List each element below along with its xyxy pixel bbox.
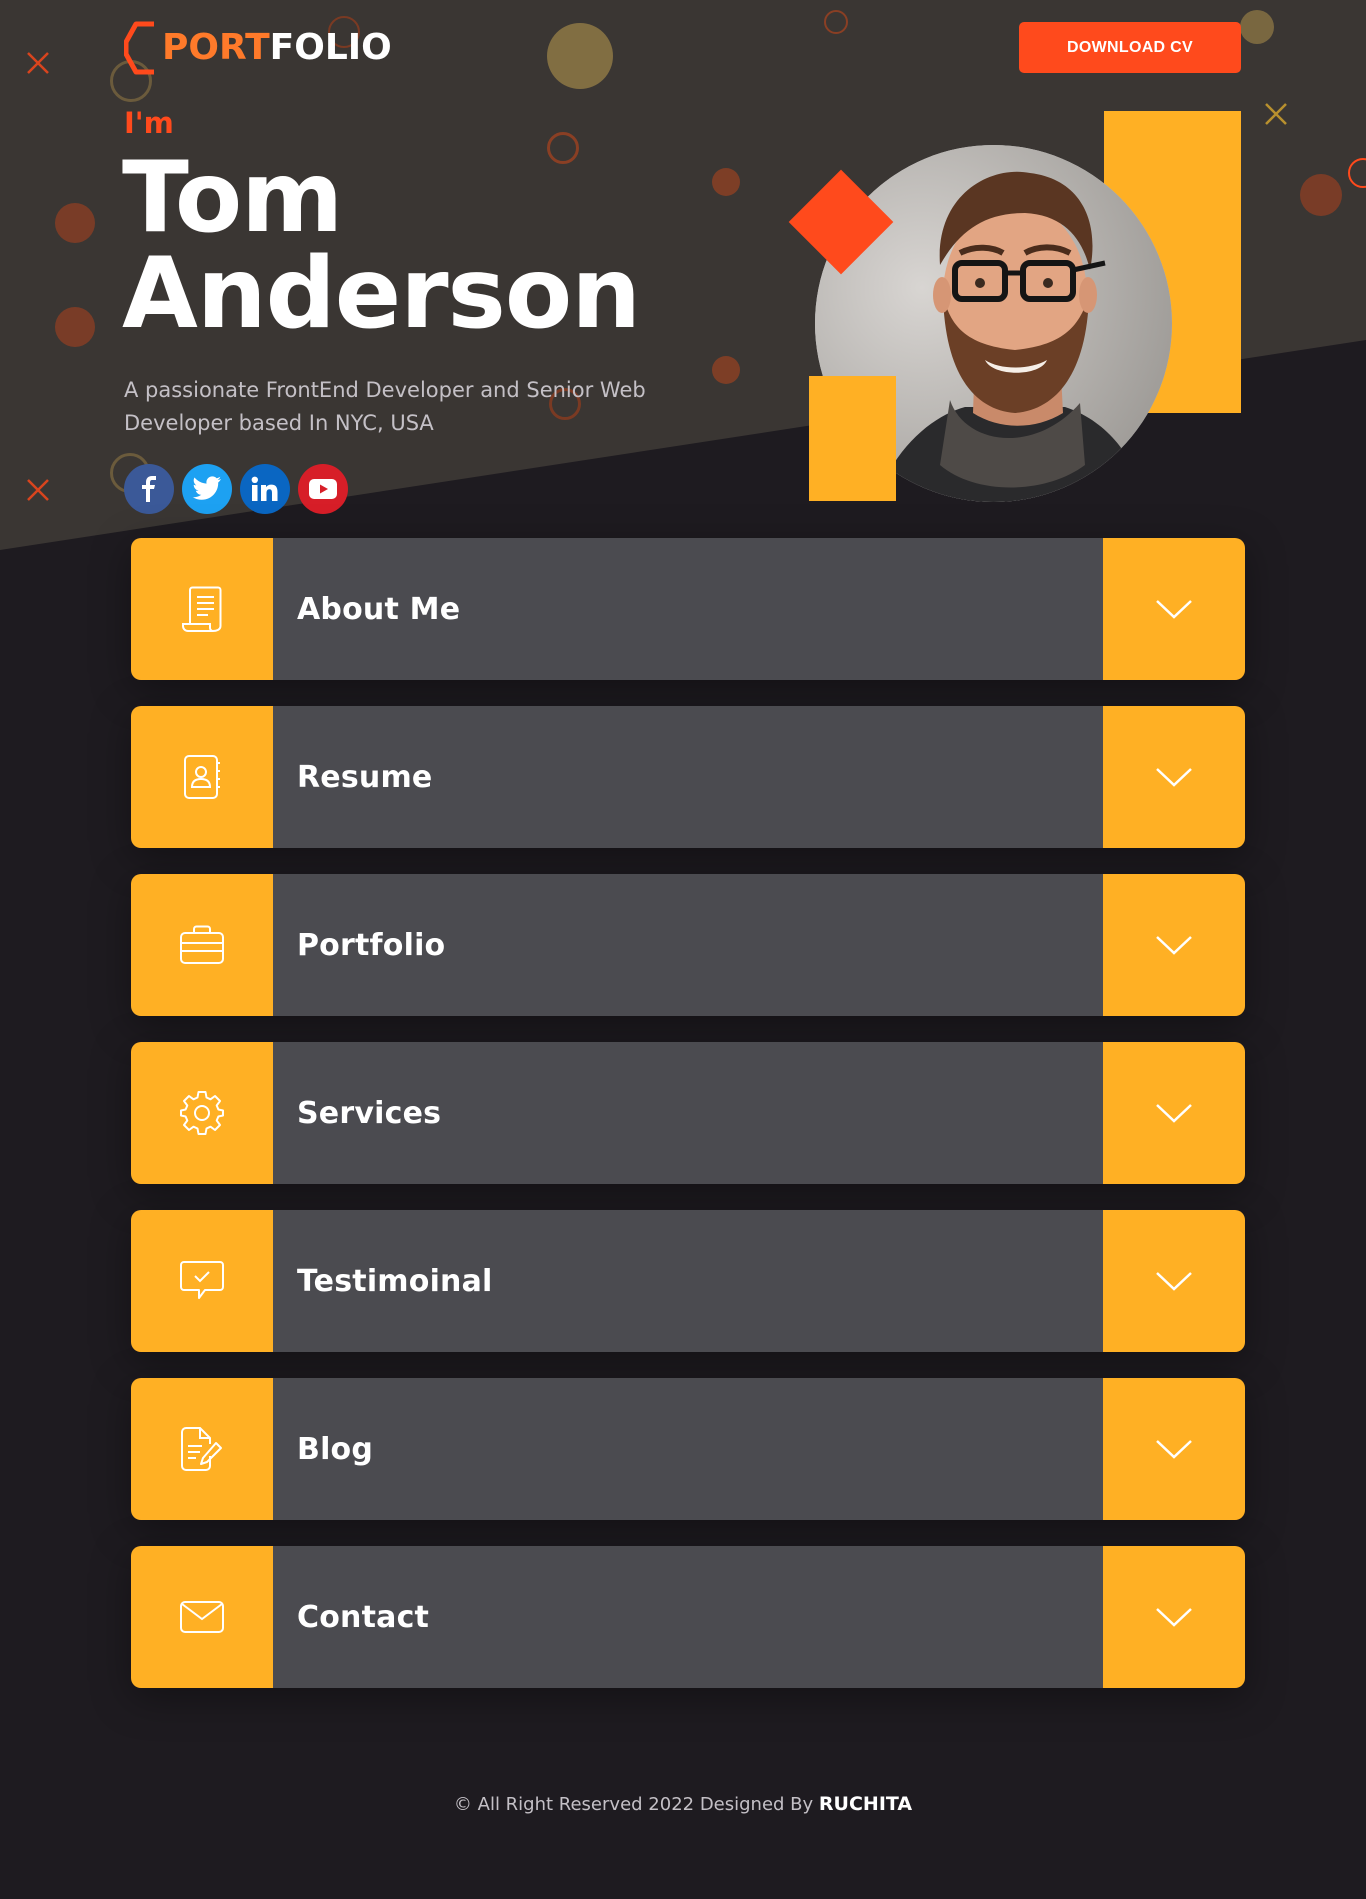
yellow-decor-block-small [809, 376, 896, 501]
first-name: Tom [122, 141, 343, 255]
section-icon-box [131, 1546, 273, 1688]
youtube-link[interactable] [298, 464, 348, 514]
youtube-icon [309, 479, 337, 499]
section-resume[interactable]: Resume [131, 706, 1245, 848]
footer-author[interactable]: RUCHITA [819, 1793, 912, 1815]
section-icon-box [131, 1378, 273, 1520]
briefcase-icon [180, 925, 224, 964]
section-icon-box [131, 706, 273, 848]
section-label: About Me [273, 538, 1103, 680]
expand-toggle[interactable] [1103, 874, 1245, 1016]
section-portfolio[interactable]: Portfolio [131, 874, 1245, 1016]
section-contact[interactable]: Contact [131, 1546, 1245, 1688]
section-label: Blog [273, 1378, 1103, 1520]
download-cv-button[interactable]: DOWNLOAD CV [1019, 22, 1241, 73]
section-label: Services [273, 1042, 1103, 1184]
section-label: Contact [273, 1546, 1103, 1688]
section-icon-box [131, 874, 273, 1016]
social-links [124, 464, 348, 514]
sections-accordion: About Me Resume Portfolio Services Testi… [131, 538, 1245, 1714]
expand-toggle[interactable] [1103, 1378, 1245, 1520]
facebook-link[interactable] [124, 464, 174, 514]
section-icon-box [131, 1042, 273, 1184]
facebook-icon [142, 476, 156, 502]
chevron-down-icon [1156, 1608, 1192, 1627]
chevron-down-icon [1156, 1272, 1192, 1291]
linkedin-icon [251, 476, 278, 501]
expand-toggle[interactable] [1103, 538, 1245, 680]
section-icon-box [131, 538, 273, 680]
expand-toggle[interactable] [1103, 1546, 1245, 1688]
hero-name: Tom Anderson [122, 141, 641, 351]
section-icon-box [131, 1210, 273, 1352]
twitter-icon [192, 476, 221, 500]
section-label: Testimoinal [273, 1210, 1103, 1352]
logo[interactable]: PORTFOLIO [124, 20, 392, 76]
twitter-link[interactable] [182, 464, 232, 514]
expand-toggle[interactable] [1103, 706, 1245, 848]
gear-icon [180, 1091, 224, 1135]
contact-book-icon [184, 755, 220, 799]
document-icon [182, 586, 222, 632]
chevron-down-icon [1156, 768, 1192, 787]
chevron-down-icon [1156, 936, 1192, 955]
hexagon-logo-icon [124, 21, 154, 75]
hero-intro: I'm [124, 106, 174, 140]
section-label: Resume [273, 706, 1103, 848]
section-services[interactable]: Services [131, 1042, 1245, 1184]
hero-tagline: A passionate FrontEnd Developer and Seni… [124, 378, 646, 435]
section-about-me[interactable]: About Me [131, 538, 1245, 680]
linkedin-link[interactable] [240, 464, 290, 514]
expand-toggle[interactable] [1103, 1042, 1245, 1184]
section-label: Portfolio [273, 874, 1103, 1016]
footer-text: © All Right Reserved 2022 Designed By [453, 1794, 814, 1815]
footer: © All Right Reserved 2022 Designed By RU… [0, 1793, 1366, 1815]
section-blog[interactable]: Blog [131, 1378, 1245, 1520]
expand-toggle[interactable] [1103, 1210, 1245, 1352]
edit-document-icon [181, 1427, 222, 1471]
section-testimonial[interactable]: Testimoinal [131, 1210, 1245, 1352]
logo-text: PORTFOLIO [162, 27, 392, 68]
chevron-down-icon [1156, 1440, 1192, 1459]
chat-check-icon [180, 1261, 224, 1299]
envelope-icon [180, 1601, 224, 1633]
last-name: Anderson [122, 237, 641, 351]
chevron-down-icon [1156, 1104, 1192, 1123]
chevron-down-icon [1156, 600, 1192, 619]
